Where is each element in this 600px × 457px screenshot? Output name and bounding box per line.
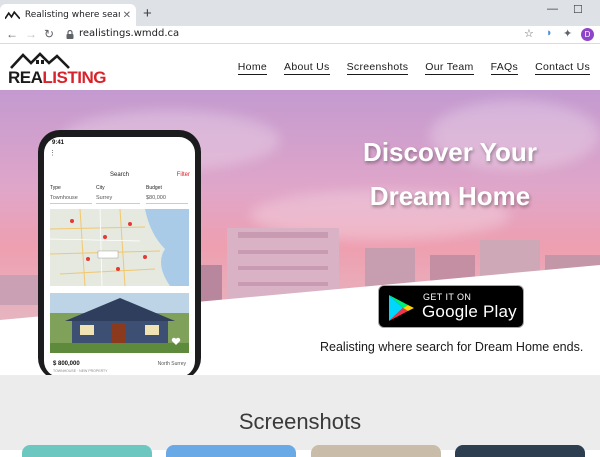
store-small-label: GET IT ON [423, 292, 472, 302]
logo-part-1: REA [8, 68, 43, 87]
profile-avatar[interactable]: D [581, 28, 594, 41]
main-nav: Home About Us Screenshots Our Team FAQs … [237, 61, 590, 75]
maximize-icon[interactable]: ☐ [573, 3, 583, 16]
extension-icon[interactable]: ◗ [546, 27, 553, 39]
url-field[interactable]: realistings.wmdd.ca [79, 28, 179, 39]
map-image [50, 209, 189, 286]
filter-value: Surrey [96, 195, 140, 204]
house-photo-image [50, 293, 189, 353]
site-header: REALISTING Home About Us Screenshots Our… [0, 45, 600, 90]
reload-icon[interactable]: ↻ [44, 27, 54, 41]
roof-logo-icon [10, 52, 70, 69]
filter-label: Budget [146, 185, 162, 191]
store-big-label: Google Play [422, 302, 517, 321]
screenshots-heading: Screenshots [238, 409, 362, 434]
close-tab-icon[interactable]: ✕ [123, 10, 131, 21]
browser-tab-bar: Realisting where search for Drea ✕ + — ☐ [0, 0, 600, 26]
listing-type: TOWNHOUSE · NEW PROPERTY [53, 369, 108, 373]
minimize-icon[interactable]: — [547, 3, 558, 15]
listing-price: $ 800,000 [53, 361, 80, 367]
nav-home[interactable]: Home [237, 61, 268, 75]
browser-address-bar: ← → ↻ realistings.wmdd.ca ☆ ◗ ✦ D [0, 26, 600, 44]
nav-our-team[interactable]: Our Team [425, 61, 474, 75]
filter-value: Townhouse [50, 195, 92, 204]
phone-mockup: 9:41 ⋮ Search Filter Type City Budget To… [38, 130, 201, 375]
new-tab-icon[interactable]: + [143, 5, 152, 22]
browser-tab[interactable]: Realisting where search for Drea ✕ [0, 4, 136, 26]
google-play-logo-icon [389, 295, 414, 321]
lock-icon [66, 30, 74, 39]
forward-icon[interactable]: → [25, 27, 37, 41]
app-menu-icon: ⋮ [49, 150, 56, 157]
site-logo[interactable]: REALISTING [8, 52, 106, 88]
screenshot-thumbnail[interactable] [311, 445, 441, 457]
back-icon[interactable]: ← [6, 27, 18, 41]
hero-tagline: Realisting where search for Dream Home e… [320, 340, 584, 354]
nav-contact-us[interactable]: Contact Us [535, 61, 590, 75]
nav-about-us[interactable]: About Us [284, 61, 330, 75]
hero-title: Discover Your Dream Home [363, 137, 537, 211]
nav-faqs[interactable]: FAQs [490, 61, 519, 75]
phone-screen: 9:41 ⋮ Search Filter Type City Budget To… [44, 137, 195, 375]
screenshot-thumbnail[interactable] [166, 445, 296, 457]
extensions-puzzle-icon[interactable]: ✦ [563, 27, 572, 40]
app-filter-link: Filter [176, 172, 190, 178]
filter-value: $80,000 [146, 195, 188, 204]
hero-section: Discover Your Dream Home 9:41 ⋮ Search F… [0, 90, 600, 375]
tab-title: Realisting where search for Drea [24, 10, 120, 20]
screenshot-thumbnail[interactable] [455, 445, 585, 457]
screenshots-section: Screenshots [0, 375, 600, 457]
filter-label: City [96, 185, 105, 191]
filter-label: Type [50, 185, 61, 191]
phone-status-time: 9:41 [52, 140, 65, 146]
realisting-favicon-icon [5, 10, 20, 20]
google-play-button[interactable]: GET IT ON Google Play [378, 285, 524, 328]
app-screen-title: Search [109, 172, 129, 178]
logo-wordmark: REALISTING [8, 69, 106, 87]
logo-part-2: LISTING [42, 68, 106, 87]
listing-location: North Surrey [157, 361, 186, 367]
screenshot-thumbnail[interactable] [22, 445, 152, 457]
nav-screenshots[interactable]: Screenshots [346, 61, 409, 75]
bookmark-star-icon[interactable]: ☆ [524, 27, 534, 40]
